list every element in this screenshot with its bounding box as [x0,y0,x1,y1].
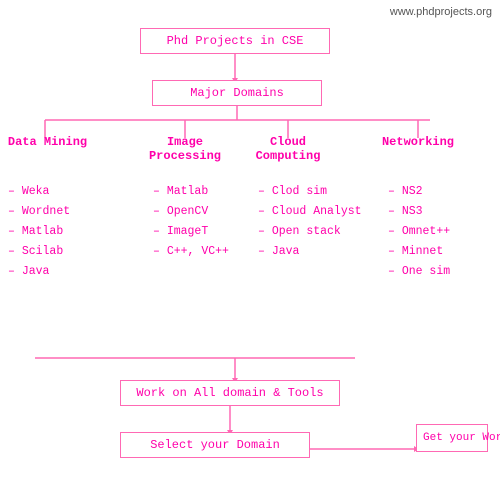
list-item: C++, VC++ [153,242,229,262]
list-cloudcomputing: Clod sim Cloud Analyst Open stack Java [258,182,362,262]
diagram: www.phdprojects.org [0,0,500,500]
list-item: Cloud Analyst [258,202,362,222]
list-item: NS3 [388,202,450,222]
list-item: Clod sim [258,182,362,202]
get-work-box: Get your Work [416,424,488,452]
major-domains-box: Major Domains [152,80,322,106]
phd-box: Phd Projects in CSE [140,28,330,54]
list-item: OpenCV [153,202,229,222]
list-item: Matlab [8,222,70,242]
list-item: Scilab [8,242,70,262]
list-item: One sim [388,262,450,282]
work-box: Work on All domain & Tools [120,380,340,406]
list-networking: NS2 NS3 Omnet++ Minnet One sim [388,182,450,282]
list-imageprocessing: Matlab OpenCV ImageT C++, VC++ [153,182,229,262]
list-item: ImageT [153,222,229,242]
list-item: Wordnet [8,202,70,222]
list-datamining: Weka Wordnet Matlab Scilab Java [8,182,70,282]
list-item: Open stack [258,222,362,242]
domain-label-cloudcomputing: CloudComputing [248,135,328,163]
domain-label-networking: Networking [378,135,458,149]
select-domain-box[interactable]: Select your Domain [120,432,310,458]
domain-label-datamining: Data Mining [0,135,95,149]
list-item: NS2 [388,182,450,202]
list-item: Java [8,262,70,282]
list-item: Matlab [153,182,229,202]
list-item: Weka [8,182,70,202]
list-item: Java [258,242,362,262]
watermark-text: www.phdprojects.org [390,6,492,18]
list-item: Minnet [388,242,450,262]
domain-label-imageprocessing: ImageProcessing [145,135,225,163]
list-item: Omnet++ [388,222,450,242]
